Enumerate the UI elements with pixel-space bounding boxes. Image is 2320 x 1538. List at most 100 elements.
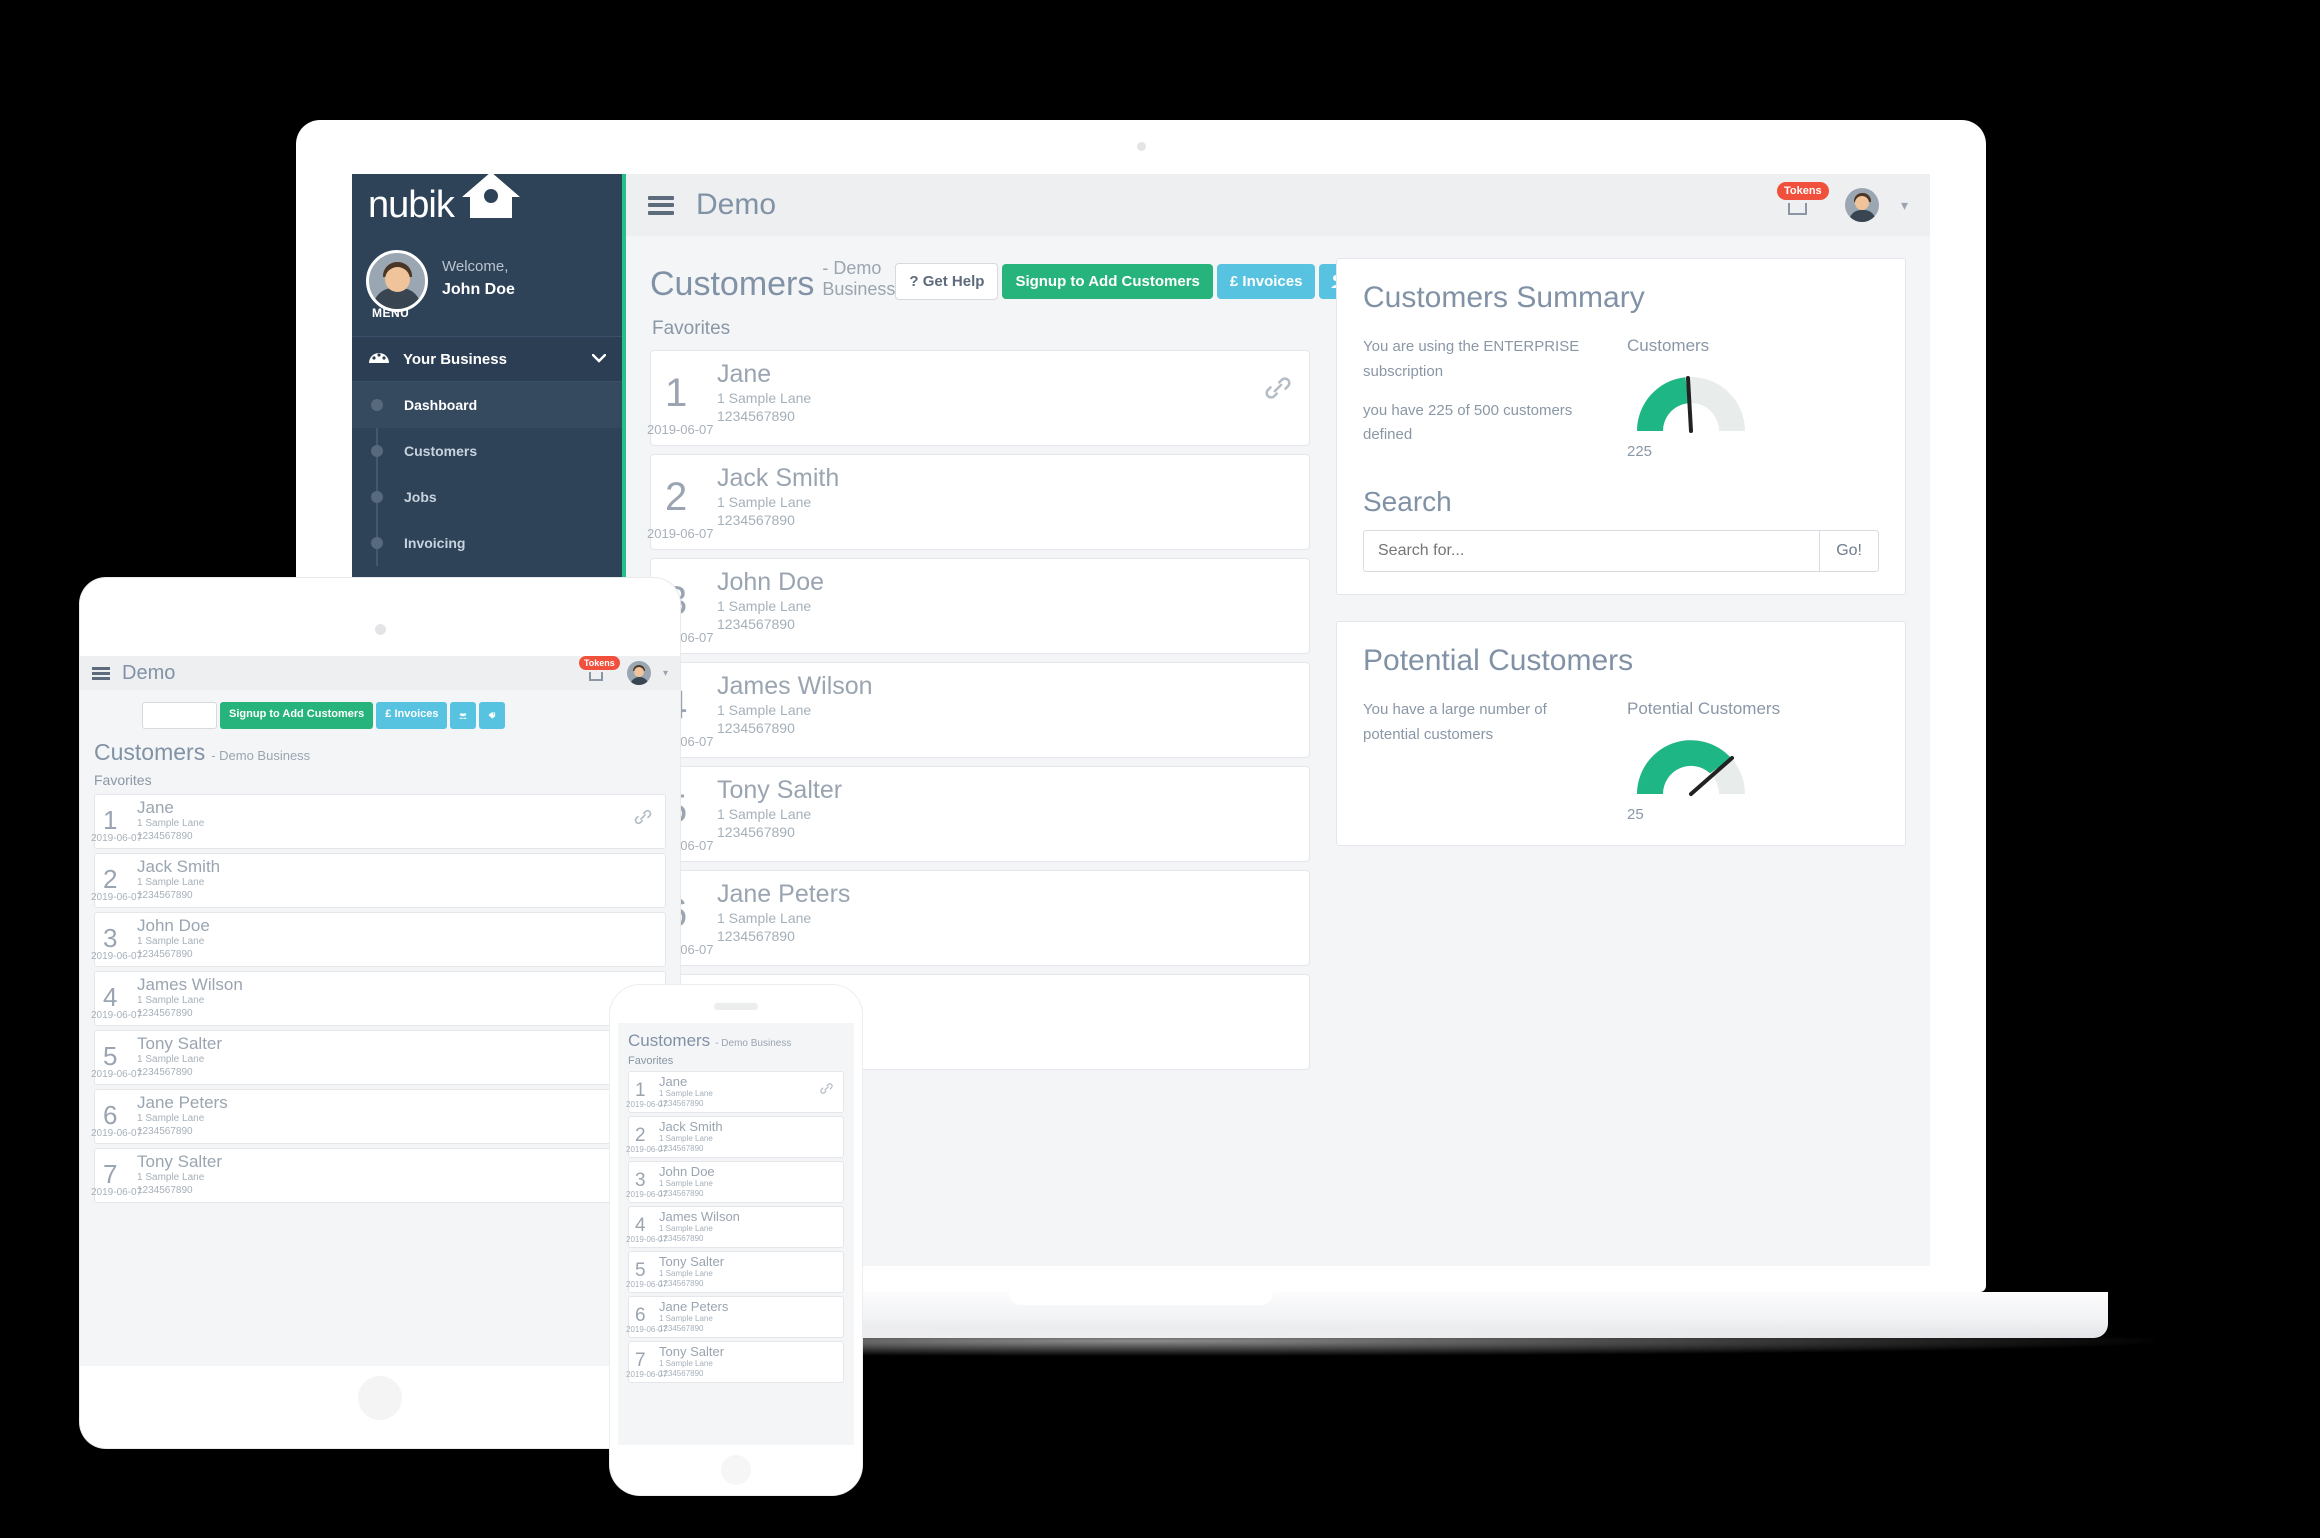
- customer-address: 1 Sample Lane: [659, 1268, 713, 1278]
- potential-customers-panel: Potential Customers You have a large num…: [1336, 621, 1906, 847]
- phone-home-button[interactable]: [721, 1455, 751, 1485]
- user-name: John Doe: [442, 280, 515, 298]
- customers-list: 1 Jane 1 Sample Lane 1234567890 2019-06-07 2 J…: [80, 794, 680, 1203]
- sidebar-item-jobs[interactable]: Jobs: [352, 474, 622, 520]
- chevron-down-icon[interactable]: ▾: [663, 668, 668, 679]
- customer-card[interactable]: 6Jane Peters1 Sample Lane12345678902019-…: [647, 870, 1310, 966]
- customer-address: 1 Sample Lane: [659, 1358, 713, 1368]
- avatar[interactable]: [626, 661, 651, 685]
- favorites-label: Favorites: [94, 772, 152, 788]
- customers-list: 1 Jane 1 Sample Lane 1234567890 2019-06-07 2 J…: [647, 350, 1310, 1070]
- page-title: Customers: [650, 265, 815, 303]
- potential-heading: Potential Customers: [1363, 644, 1634, 677]
- customer-card[interactable]: 2 Jack Smith 1 Sample Lane 1234567890 2019-0…: [647, 454, 1310, 550]
- link-icon[interactable]: [819, 1081, 834, 1100]
- app-title: Demo: [122, 661, 176, 684]
- customer-phone: 1234567890: [717, 824, 795, 841]
- link-icon[interactable]: [633, 807, 653, 833]
- sidebar-group-your-business[interactable]: Your Business: [352, 336, 622, 382]
- customer-phone: 1234567890: [659, 1369, 704, 1379]
- customer-card[interactable]: 4James Wilson1 Sample Lane12345678902019…: [647, 662, 1310, 758]
- customer-name: John Doe: [137, 916, 210, 935]
- customer-date: 2019-06-07: [91, 951, 143, 962]
- customer-name: Jane: [137, 798, 174, 817]
- user-profile[interactable]: MENU Welcome, John Doe: [352, 236, 622, 336]
- customer-card[interactable]: 2 Jack Smith 1 Sample Lane 1234567890 2019-0…: [626, 1116, 844, 1158]
- shopping-cart-icon: [1787, 203, 1807, 215]
- search-go-button[interactable]: Go!: [1819, 530, 1879, 572]
- sidebar-item-label: Dashboard: [404, 397, 478, 413]
- customer-card[interactable]: 1 Jane 1 Sample Lane 1234567890 2019-06-07: [647, 350, 1310, 446]
- page-subtitle: - Demo Business: [715, 1038, 792, 1049]
- customer-card[interactable]: 7Tony Salter1 Sample Lane12345678902019-…: [91, 1148, 666, 1203]
- customer-card[interactable]: 3John Doe1 Sample Lane12345678902019-06-…: [626, 1161, 844, 1203]
- favorites-label: Favorites: [628, 1055, 674, 1067]
- customer-card[interactable]: 5Tony Salter1 Sample Lane12345678902019-…: [91, 1030, 666, 1085]
- customer-number: 2: [665, 475, 688, 519]
- sidebar-item-invoicing[interactable]: Invoicing: [352, 520, 622, 566]
- customer-name: Tony Salter: [137, 1152, 223, 1171]
- customer-card[interactable]: 2 Jack Smith 1 Sample Lane 1234567890 2019-0…: [91, 853, 666, 908]
- customer-name: Jane Peters: [137, 1093, 228, 1112]
- invoices-button[interactable]: £ Invoices: [376, 702, 448, 729]
- tokens-badge: Tokens: [578, 656, 620, 670]
- invoices-button[interactable]: £ Invoices: [1216, 264, 1316, 299]
- customer-date: 2019-06-07: [626, 1370, 667, 1379]
- customer-address: 1 Sample Lane: [717, 805, 812, 822]
- tablet-home-button[interactable]: [358, 1376, 402, 1420]
- customer-address: 1 Sample Lane: [659, 1313, 713, 1323]
- tokens-cart[interactable]: Tokens: [578, 656, 620, 688]
- chevron-down-icon[interactable]: ▾: [1901, 197, 1908, 214]
- customer-address: 1 Sample Lane: [717, 493, 812, 510]
- customer-number: 6: [635, 1305, 646, 1326]
- customer-card[interactable]: 5Tony Salter1 Sample Lane12345678902019-…: [626, 1251, 844, 1293]
- customer-date: 2019-06-07: [626, 1235, 667, 1244]
- customer-phone: 1234567890: [717, 928, 795, 945]
- customer-phone: 1234567890: [717, 512, 795, 529]
- hamburger-icon[interactable]: [92, 666, 110, 680]
- signup-add-customers-button[interactable]: Signup to Add Customers: [1002, 264, 1213, 299]
- get-help-button[interactable]: ? Get Help: [142, 702, 218, 729]
- customer-name: Jane: [659, 1074, 688, 1089]
- sidebar-item-dashboard[interactable]: Dashboard: [352, 382, 622, 428]
- sidebar-group-label: Your Business: [403, 350, 507, 368]
- customer-count-text: you have 225 of 500 customers defined: [1363, 401, 1573, 444]
- customer-card[interactable]: 1 Jane 1 Sample Lane 1234567890 2019-06-07: [91, 794, 666, 849]
- hamburger-icon[interactable]: [648, 195, 674, 215]
- search-input[interactable]: [1363, 530, 1820, 572]
- toolbar: ? Get Help Signup to Add Customers £ Inv…: [895, 263, 1408, 304]
- link-icon[interactable]: [1263, 373, 1293, 411]
- welcome-text: Welcome, John Doe: [442, 250, 515, 301]
- customer-address: 1 Sample Lane: [717, 909, 812, 926]
- customer-card[interactable]: 4James Wilson1 Sample Lane12345678902019…: [626, 1206, 844, 1248]
- customer-card[interactable]: 6Jane Peters1 Sample Lane12345678902019-…: [91, 1089, 666, 1144]
- customer-card[interactable]: 5Tony Salter1 Sample Lane12345678902019-…: [647, 766, 1310, 862]
- customer-card[interactable]: 7Tony Salter1 Sample Lane12345678902019-…: [626, 1341, 844, 1383]
- brand-word: nubik: [368, 184, 455, 226]
- customer-card[interactable]: 3John Doe1 Sample Lane12345678902019-06-…: [647, 558, 1310, 654]
- customer-card[interactable]: 3John Doe1 Sample Lane12345678902019-06-…: [91, 912, 666, 967]
- signup-add-customers-button[interactable]: Signup to Add Customers: [220, 702, 374, 729]
- customer-address: 1 Sample Lane: [137, 876, 205, 888]
- customer-name: Jack Smith: [137, 857, 221, 876]
- get-help-button[interactable]: ? Get Help: [895, 263, 999, 300]
- customer-card[interactable]: 4James Wilson1 Sample Lane12345678902019…: [91, 971, 666, 1026]
- customer-number: 2: [103, 864, 118, 894]
- tokens-cart[interactable]: Tokens: [1776, 182, 1829, 226]
- tag-icon[interactable]: [479, 702, 506, 729]
- customer-name: Jane Peters: [717, 880, 851, 908]
- customer-number: 3: [635, 1170, 646, 1191]
- sidebar-item-customers[interactable]: Customers: [352, 428, 622, 474]
- gauge-title: Customers: [1627, 336, 1710, 355]
- users-group-icon[interactable]: [450, 702, 477, 729]
- customer-card[interactable]: 6Jane Peters1 Sample Lane12345678902019-…: [626, 1296, 844, 1338]
- customer-number: 6: [103, 1100, 118, 1130]
- brand-logo[interactable]: nubik: [352, 174, 622, 236]
- avatar[interactable]: [1844, 188, 1879, 222]
- customer-address: 1 Sample Lane: [717, 701, 812, 718]
- tablet-toolbar: ? Get Help Signup to Add Customers £ Inv…: [80, 690, 680, 737]
- customer-card[interactable]: 1 Jane 1 Sample Lane 1234567890 2019-06-07: [626, 1071, 844, 1113]
- customer-address: 1 Sample Lane: [137, 994, 205, 1006]
- search-heading: Search: [1363, 486, 1452, 517]
- sidebar-item-label: Jobs: [404, 489, 437, 505]
